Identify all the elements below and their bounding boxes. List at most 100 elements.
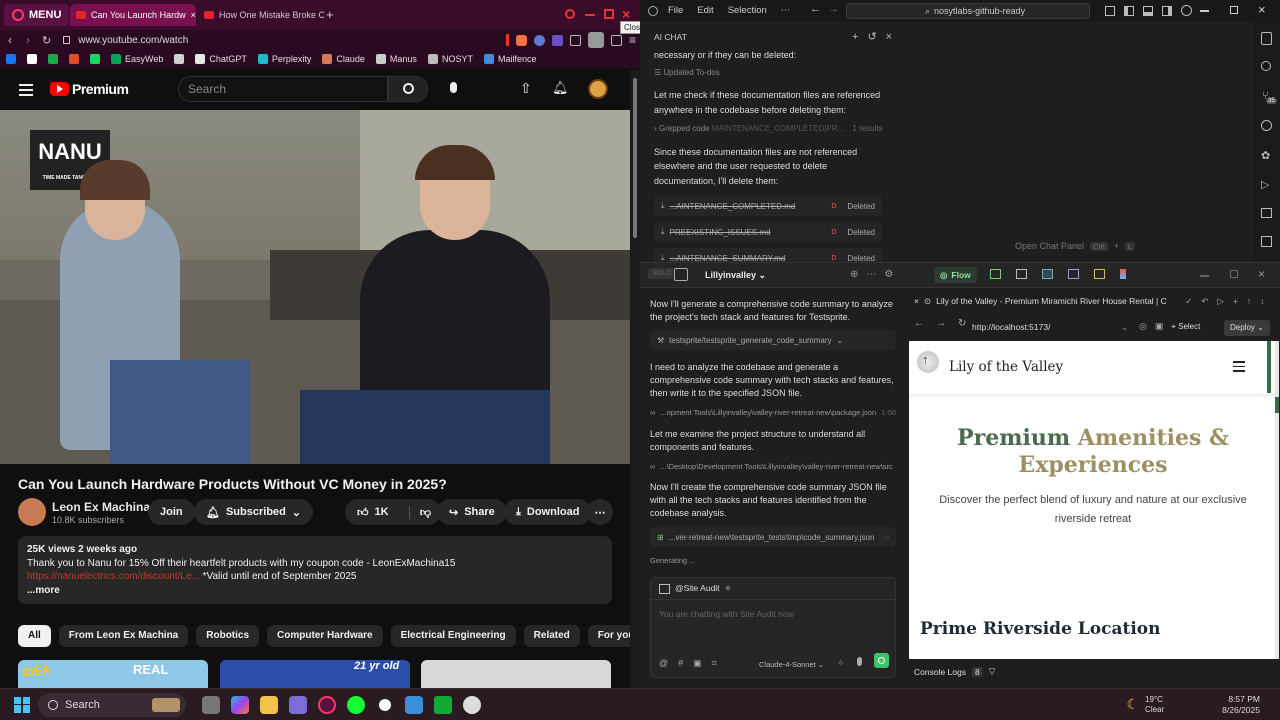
hash-icon[interactable]: #: [678, 657, 683, 670]
table-view-icon[interactable]: [990, 269, 1001, 279]
task-view-icon[interactable]: [202, 695, 220, 714]
write-file-tool-row[interactable]: ⊞ ...ver-retreat-new\testsprite_tests\tmp…: [650, 527, 896, 547]
bookmark-item[interactable]: Manus: [375, 54, 417, 64]
recommended-thumbnail[interactable]: [421, 660, 611, 688]
maximize-icon[interactable]: [604, 9, 614, 19]
microphone-icon[interactable]: [857, 657, 862, 666]
bookmark-item[interactable]: ChatGPT: [195, 54, 247, 64]
layout-grid-icon[interactable]: [1105, 5, 1115, 16]
preview-tab[interactable]: × ⊙ Lily of the Valley - Premium Miramich…: [914, 293, 1274, 309]
filter-chip[interactable]: Computer Hardware: [267, 625, 383, 647]
recommended-thumbnail[interactable]: IDEA REAL: [18, 660, 208, 688]
remote-icon[interactable]: [1261, 208, 1272, 218]
new-chat-icon[interactable]: +: [852, 31, 858, 43]
join-button[interactable]: Join: [148, 499, 195, 525]
deleted-file-row[interactable]: ⤓ PREEXISTING_ISSUES.md D Deleted: [654, 222, 882, 242]
panel-close-icon[interactable]: ×: [1258, 267, 1265, 281]
chrome-icon[interactable]: [376, 695, 394, 714]
bookmark-item[interactable]: Mailfence: [483, 54, 536, 64]
magic-icon[interactable]: ✧: [837, 657, 845, 670]
close-icon[interactable]: ×: [914, 296, 919, 306]
extension-cloud-icon[interactable]: [533, 34, 545, 46]
close-panel-icon[interactable]: ×: [886, 31, 892, 43]
terminal-icon[interactable]: [434, 695, 452, 714]
bookmark-item[interactable]: [48, 54, 58, 64]
search-icon[interactable]: [1261, 61, 1271, 71]
toggle-sidebar-icon[interactable]: [1124, 5, 1134, 16]
opera-browser-icon[interactable]: [318, 695, 336, 714]
grep-tool-row[interactable]: › Grepped code MAINTENANCE_COMPLETED|PR.…: [654, 122, 884, 137]
run-debug-icon[interactable]: ▷: [1261, 178, 1269, 191]
extension-b-icon[interactable]: [551, 34, 563, 46]
app-green-icon[interactable]: [347, 695, 365, 714]
url-text[interactable]: www.youtube.com/watch: [78, 35, 188, 46]
filter-chip[interactable]: Robotics: [196, 625, 260, 647]
select-element-button[interactable]: ⌖ Select: [1171, 322, 1200, 332]
folder-view-icon[interactable]: [1094, 269, 1105, 279]
description-box[interactable]: 25K views 2 weeks ago Thank you to Nanu …: [18, 536, 612, 604]
start-icon[interactable]: [14, 696, 30, 713]
back-icon[interactable]: ←: [914, 318, 924, 329]
site-scrollbar[interactable]: [1275, 341, 1279, 659]
figma-icon[interactable]: [1120, 269, 1126, 279]
arrow-down-icon[interactable]: ↓: [1260, 296, 1264, 307]
channel-name[interactable]: Leon Ex Machina: [52, 500, 150, 514]
menu-item[interactable]: Edit: [697, 5, 713, 16]
close-icon[interactable]: ×: [1258, 2, 1266, 17]
profile-avatar[interactable]: [587, 32, 604, 48]
show-more-link[interactable]: ...more: [27, 584, 603, 598]
editor-app-icon[interactable]: [463, 695, 481, 714]
youtube-logo[interactable]: Premium: [50, 81, 129, 97]
target-icon[interactable]: ◎: [1139, 321, 1147, 332]
bookmark-item[interactable]: [69, 54, 79, 64]
close-icon[interactable]: ×: [622, 6, 630, 22]
preview-url-input[interactable]: http://localhost:5173/⌄: [968, 318, 1128, 336]
website-preview[interactable]: ↑ Lily of the Valley Premium Amenities &…: [909, 341, 1277, 659]
settings-gear-icon[interactable]: ✿: [1261, 149, 1270, 162]
back-icon[interactable]: ‹: [8, 33, 12, 47]
filter-chip[interactable]: All: [18, 625, 51, 647]
site-logo[interactable]: ↑: [917, 351, 939, 373]
filter-chip[interactable]: From Leon Ex Machina: [58, 625, 189, 647]
back-arrow-icon[interactable]: ←: [810, 3, 821, 15]
guide-menu-icon[interactable]: [19, 84, 33, 96]
filter-chip[interactable]: Electrical Engineering: [390, 625, 516, 647]
undo-icon[interactable]: ↶: [1201, 296, 1208, 307]
panel-maximize-icon[interactable]: [1230, 270, 1238, 278]
window-icon[interactable]: [674, 268, 688, 281]
app-icon[interactable]: [289, 695, 307, 714]
page-scrollbar[interactable]: [630, 70, 640, 688]
account-avatar[interactable]: [588, 79, 608, 99]
bookmark-item[interactable]: Perplexity: [257, 54, 311, 64]
search-input[interactable]: Search: [178, 76, 388, 102]
file-explorer-icon[interactable]: [260, 695, 278, 714]
bookmark-item[interactable]: [27, 54, 37, 64]
like-button[interactable]: 👍︎ 1K 👎︎: [345, 499, 441, 525]
arrow-up-icon[interactable]: ↑: [1247, 296, 1251, 307]
tab-youtube-2[interactable]: How One Mistake Broke C: [198, 4, 324, 26]
channel-avatar[interactable]: [18, 498, 46, 526]
forward-icon[interactable]: ›: [26, 33, 30, 47]
file-reference[interactable]: ∞ ...opment Tools\Lillyinvalley\valley-ri…: [650, 406, 900, 419]
console-logs-bar[interactable]: Console Logs 8 ▽: [914, 666, 995, 677]
microphone-icon[interactable]: [450, 82, 457, 93]
forward-arrow-icon[interactable]: →: [828, 3, 839, 15]
split-view-icon[interactable]: [1068, 269, 1079, 279]
minimize-icon[interactable]: [1200, 10, 1209, 12]
site-menu-icon[interactable]: [1233, 361, 1245, 372]
tab-youtube-active[interactable]: Can You Launch Hardw ×: [70, 4, 196, 26]
hamburger-menu-icon[interactable]: ≡: [629, 33, 636, 47]
account-icon[interactable]: [1181, 5, 1192, 16]
add-icon[interactable]: +: [1233, 296, 1238, 307]
add-icon[interactable]: ⊕: [850, 269, 858, 280]
folder-reference[interactable]: ∞ ...\Desktop\Development Tools\Lillyinva…: [650, 460, 900, 473]
bookmark-item[interactable]: [90, 54, 100, 64]
recommended-thumbnail[interactable]: 21 yr old: [220, 660, 410, 688]
clock[interactable]: 8:57 PM 8/26/2025: [1222, 694, 1260, 716]
browser-menu-button[interactable]: MENU: [4, 4, 70, 26]
filter-chip[interactable]: Related: [523, 625, 580, 647]
terminal-view-icon[interactable]: [1016, 269, 1027, 279]
history-icon[interactable]: ↺: [867, 30, 876, 43]
extension-icon[interactable]: [1261, 120, 1272, 131]
context-icon[interactable]: ⌗: [712, 657, 717, 670]
